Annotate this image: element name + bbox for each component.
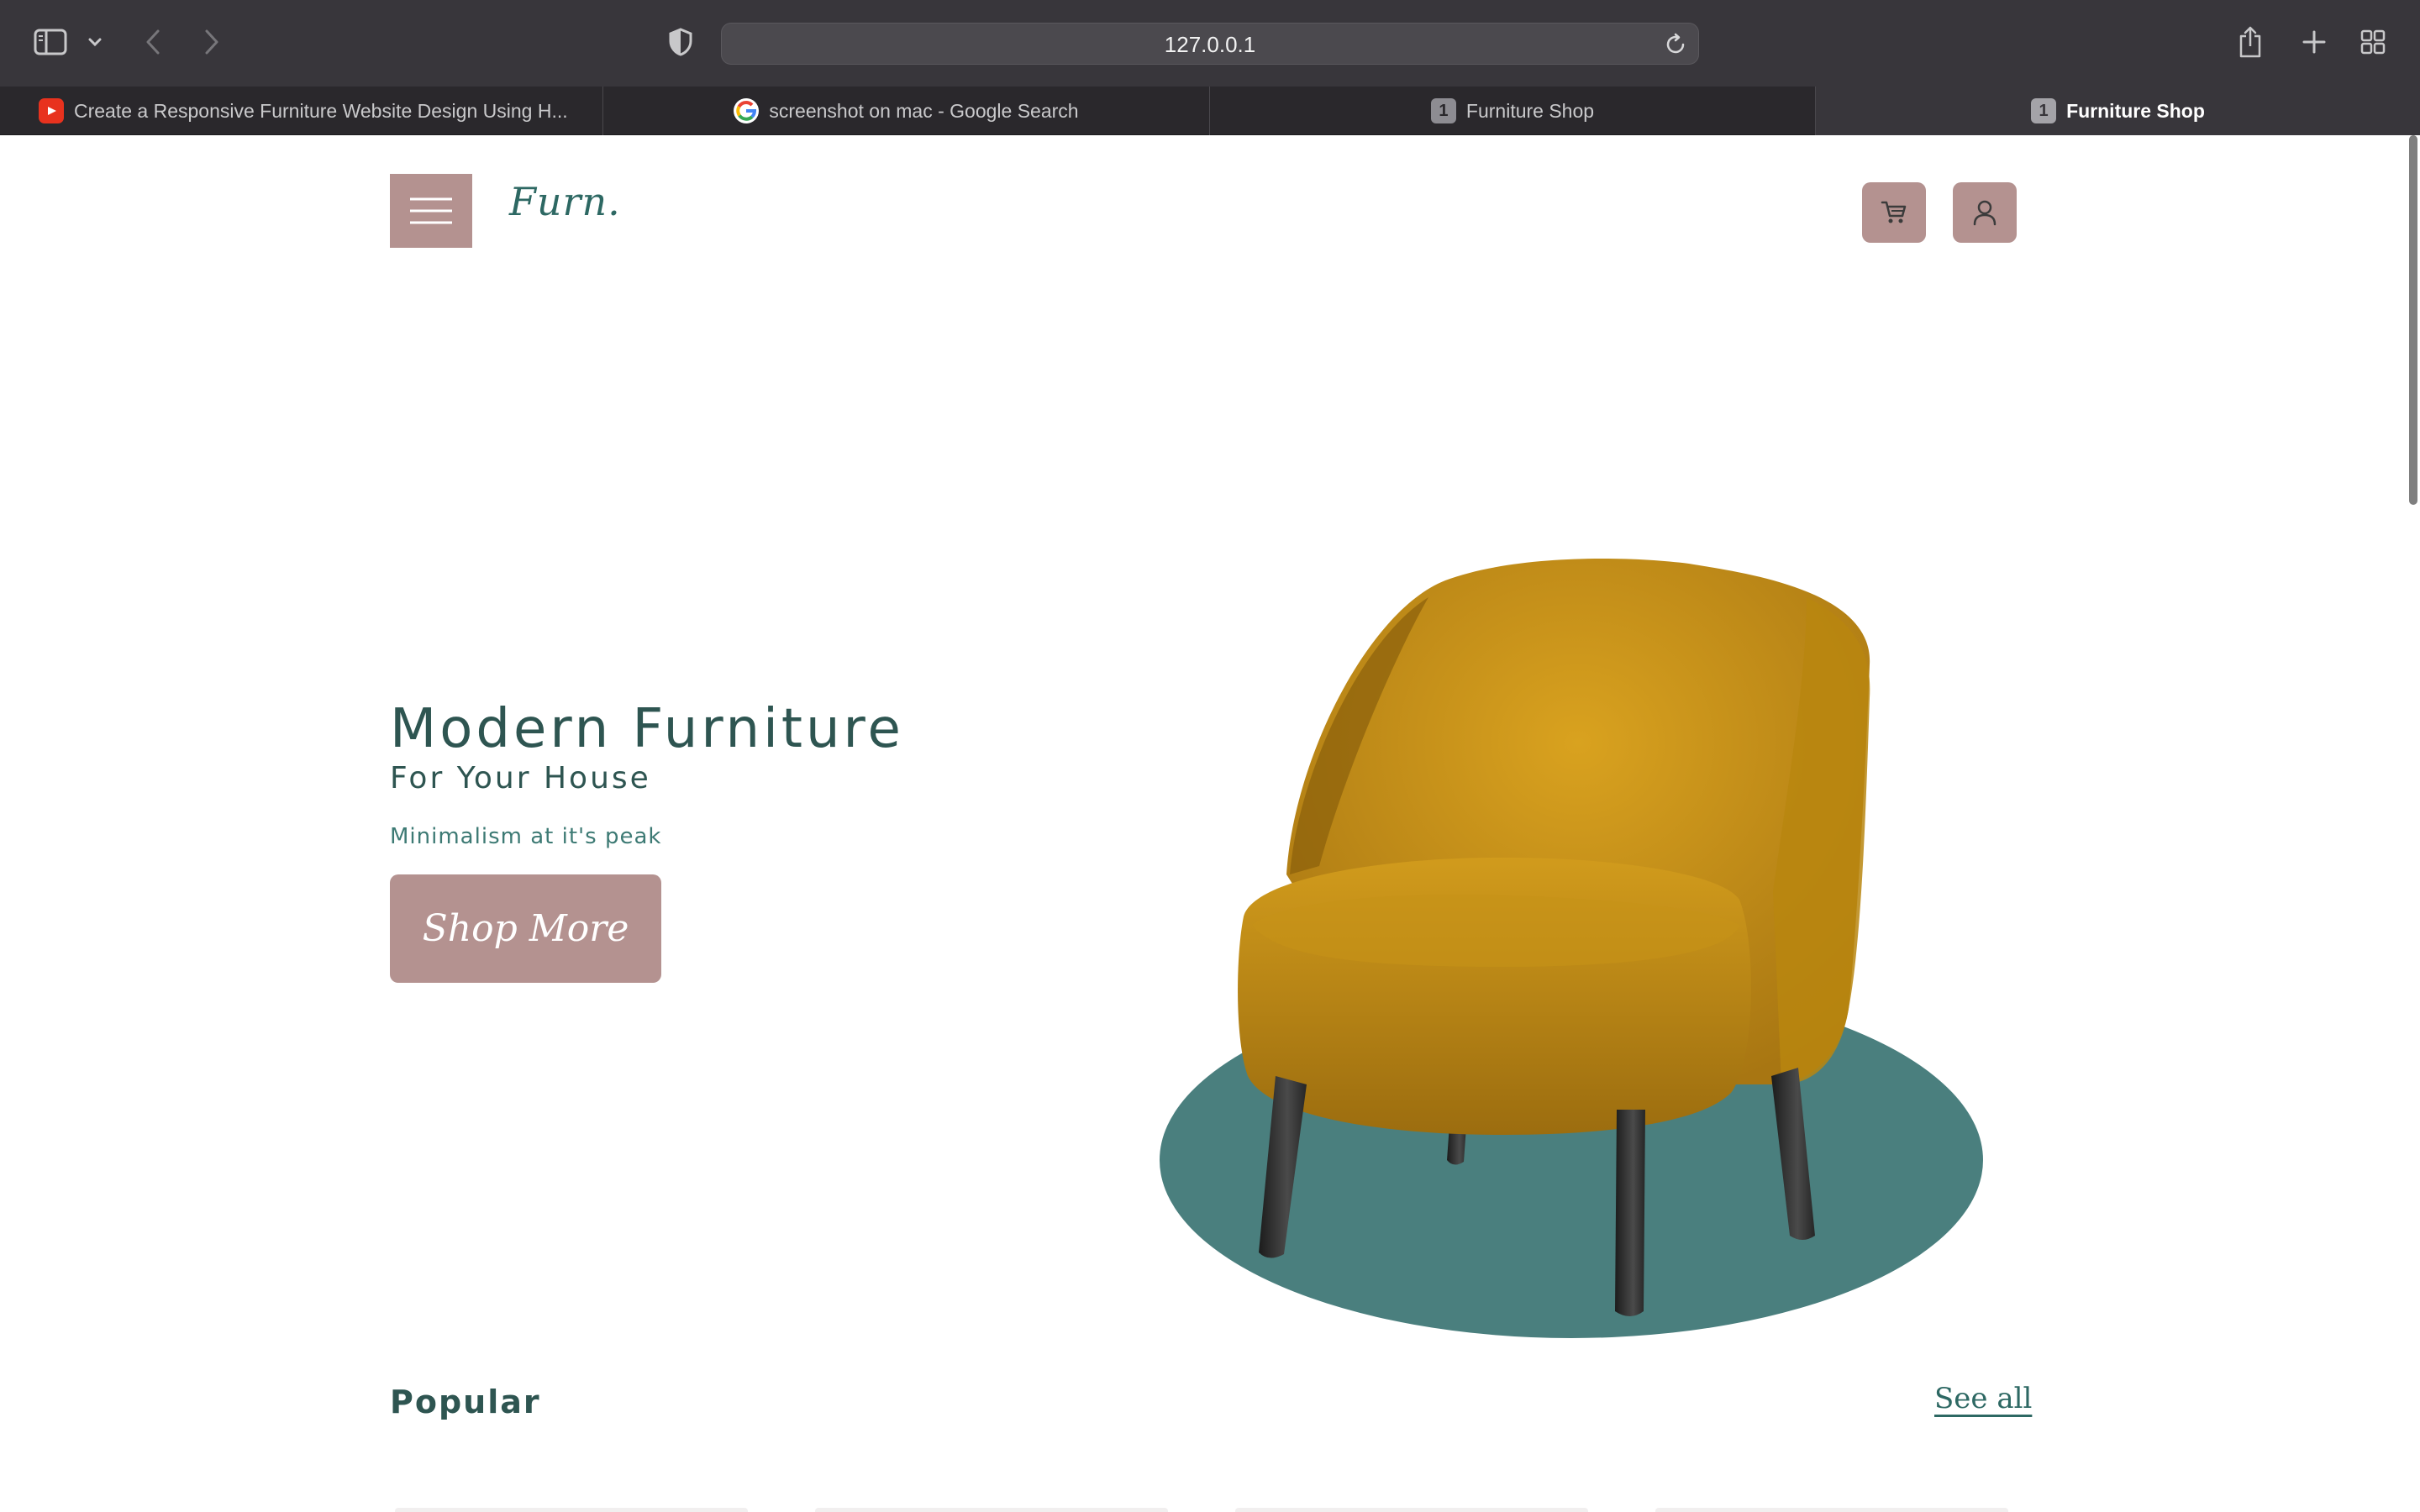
cart-icon <box>1881 201 1907 223</box>
popular-section-title: Popular <box>390 1383 541 1420</box>
address-bar[interactable]: 127.0.0.1 <box>721 23 1699 65</box>
page-viewport: Furn. Modern Furniture For Your House Mi… <box>0 135 2420 1512</box>
tab-furniture-shop-active[interactable]: 1 Furniture Shop <box>1816 87 2420 135</box>
hero-title: Modern Furniture <box>390 698 904 760</box>
cart-button[interactable] <box>1862 182 1926 243</box>
share-icon[interactable] <box>2235 24 2265 60</box>
tab-youtube[interactable]: Create a Responsive Furniture Website De… <box>0 87 603 135</box>
reload-icon[interactable] <box>1663 32 1688 57</box>
user-icon <box>1973 200 1996 226</box>
shop-more-button[interactable]: Shop More <box>390 874 661 983</box>
hamburger-icon <box>410 197 452 224</box>
tab-label: Create a Responsive Furniture Website De… <box>74 99 568 122</box>
hero-tagline: Minimalism at it's peak <box>390 824 662 849</box>
tab-furniture-shop[interactable]: 1 Furniture Shop <box>1210 87 1816 135</box>
chair-leg <box>1615 1110 1645 1316</box>
google-icon <box>734 98 760 123</box>
hero-chair-image <box>1160 559 1983 1338</box>
product-card[interactable] <box>815 1508 1168 1512</box>
tab-label: Furniture Shop <box>2066 99 2205 122</box>
tab-label: screenshot on mac - Google Search <box>769 99 1079 122</box>
scrollbar-thumb[interactable] <box>2409 135 2417 505</box>
tab-number-icon: 1 <box>1430 98 1456 123</box>
site-logo[interactable]: Furn. <box>509 179 621 224</box>
privacy-shield-icon[interactable] <box>664 25 697 59</box>
product-card[interactable] <box>1235 1508 1588 1512</box>
hero-subtitle: For Your House <box>390 761 651 795</box>
tab-google-search[interactable]: screenshot on mac - Google Search <box>603 87 1210 135</box>
back-arrow-icon[interactable] <box>141 25 165 59</box>
tab-overview-icon[interactable] <box>2358 27 2388 57</box>
sidebar-toggle-icon[interactable] <box>30 25 71 59</box>
address-text[interactable]: 127.0.0.1 <box>722 32 1698 58</box>
tab-number-icon: 1 <box>2031 98 2057 123</box>
chevron-down-icon[interactable] <box>86 32 104 52</box>
tab-label: Furniture Shop <box>1465 99 1595 122</box>
browser-toolbar: 127.0.0.1 <box>0 0 2420 87</box>
product-card[interactable] <box>1655 1508 2008 1512</box>
youtube-icon <box>39 98 64 123</box>
new-tab-plus-icon[interactable] <box>2297 25 2331 59</box>
page-scrollbar[interactable] <box>2408 135 2420 1512</box>
see-all-link[interactable]: See all <box>1934 1382 2032 1415</box>
hamburger-menu-button[interactable] <box>390 174 472 248</box>
account-button[interactable] <box>1953 182 2017 243</box>
product-card[interactable] <box>395 1508 748 1512</box>
tab-bar: Create a Responsive Furniture Website De… <box>0 87 2420 135</box>
forward-arrow-icon[interactable] <box>200 25 224 59</box>
